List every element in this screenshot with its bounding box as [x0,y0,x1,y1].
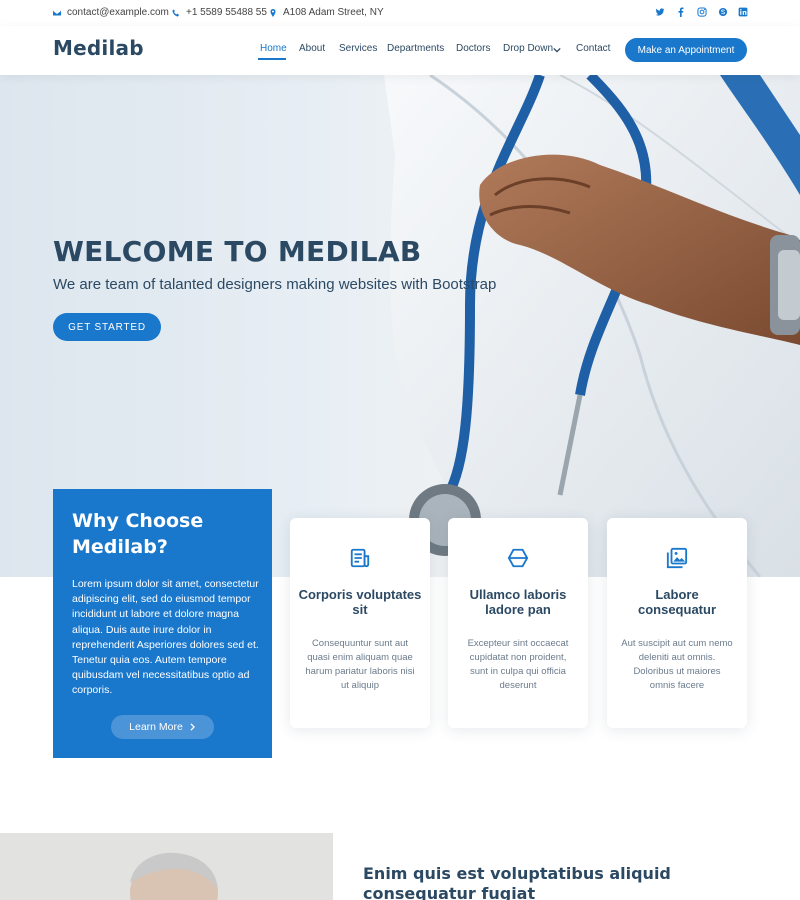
nav-active-indicator [258,58,286,60]
card-text: Aut suscipit aut cum nemo deleniti aut o… [621,638,733,691]
nav-about[interactable]: About [299,43,325,54]
cube-icon [507,548,529,568]
feature-card: Corporis voluptates sit Consequuntur sun… [290,518,430,728]
receipt-icon [350,548,370,568]
contact-phone[interactable]: +1 5589 55488 55 [172,7,267,18]
why-body: Lorem ipsum dolor sit amet, consectetur … [72,578,259,697]
nav-dropdown[interactable]: Drop Down [503,43,553,54]
chevron-down-icon [553,47,561,53]
nav-doctors[interactable]: Doctors [456,43,490,54]
doctor-portrait [0,833,333,900]
hero-title: WELCOME TO MEDILAB [53,235,422,268]
contact-address: A108 Adam Street, NY [269,7,384,18]
facebook-icon[interactable] [676,7,686,17]
hero-subtitle: We are team of talanted designers making… [53,276,497,293]
card-text: Consequuntur sunt aut quasi enim aliquam… [305,638,415,691]
card-title: Corporis voluptates sit [298,587,422,617]
about-title: Enim quis est voluptatibus aliquid conse… [363,864,671,900]
make-appointment-button[interactable]: Make an Appointment [625,38,747,62]
email-text: contact@example.com [67,7,169,18]
twitter-icon[interactable] [655,7,665,17]
images-icon [666,547,688,569]
card-title: Labore consequatur [637,587,716,617]
site-header: Medilab Home About Services Departments … [0,26,800,75]
card-title: Ullamco laboris ladore pan [469,587,567,617]
phone-text: +1 5589 55488 55 [186,7,267,18]
nav-services[interactable]: Services [339,43,377,54]
chevron-right-icon [190,723,195,731]
skype-icon[interactable] [718,7,728,17]
address-text: A108 Adam Street, NY [283,7,384,18]
phone-icon [172,9,179,16]
linkedin-icon[interactable] [738,7,748,17]
nav-contact[interactable]: Contact [576,43,610,54]
get-started-button[interactable]: GET STARTED [53,313,161,341]
map-pin-icon [270,8,276,17]
why-title: Why Choose Medilab? [72,510,204,558]
card-text: Excepteur sint occaecat cupidatat non pr… [467,638,569,691]
site-logo[interactable]: Medilab [53,36,144,60]
top-bar: contact@example.com +1 5589 55488 55 A10… [0,0,800,26]
learn-more-label: Learn More [129,721,183,733]
nav-home[interactable]: Home [260,43,287,54]
feature-card: Ullamco laboris ladore pan Excepteur sin… [448,518,588,728]
learn-more-button[interactable]: Learn More [111,715,214,739]
instagram-icon[interactable] [697,7,707,17]
nav-departments[interactable]: Departments [387,43,444,54]
about-image [0,833,333,900]
feature-card: Labore consequatur Aut suscipit aut cum … [607,518,747,728]
why-choose-box: Why Choose Medilab? Lorem ipsum dolor si… [53,489,272,758]
contact-email[interactable]: contact@example.com [53,7,169,18]
envelope-icon [53,10,61,15]
